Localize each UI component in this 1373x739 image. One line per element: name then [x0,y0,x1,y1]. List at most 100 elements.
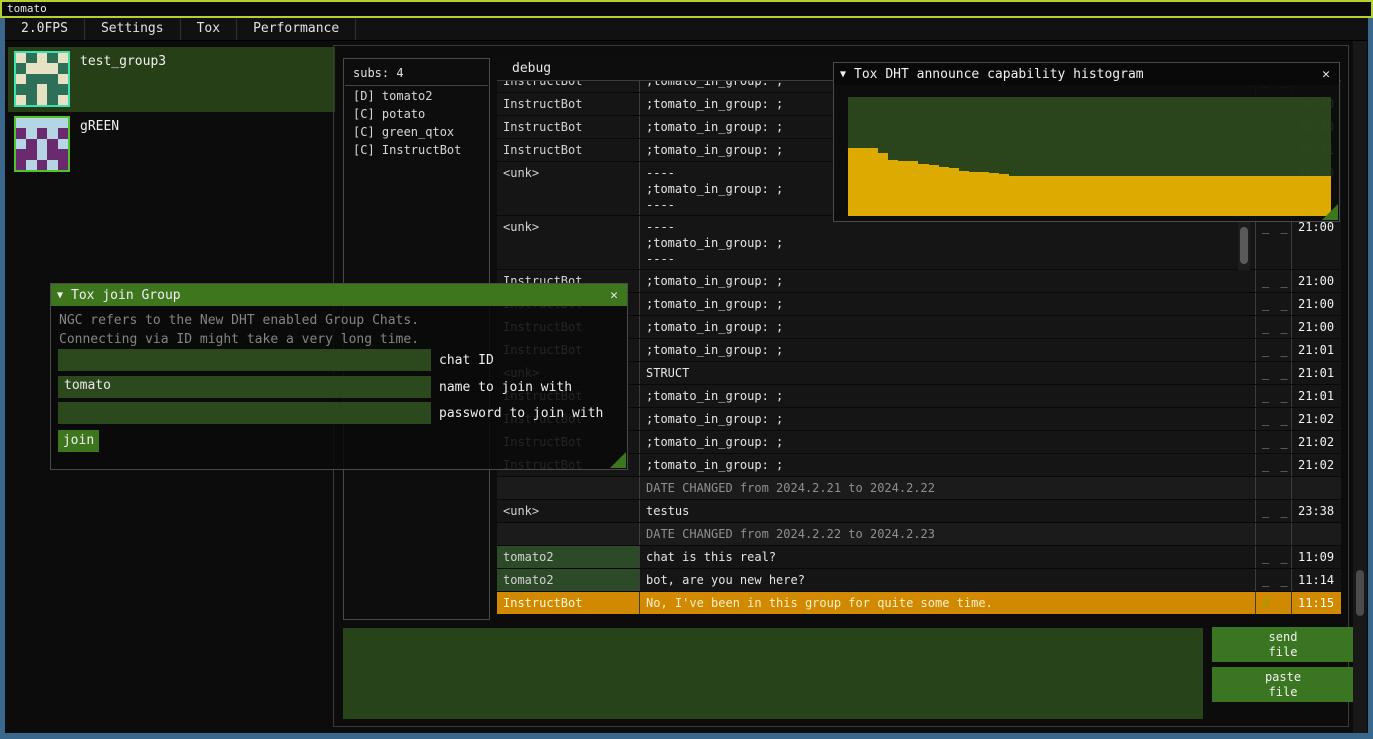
chat-status: _ _ [1255,293,1291,315]
dht-histogram-plot [848,97,1331,216]
chat-timestamp: 11:15 [1291,592,1341,614]
join-password-input[interactable] [58,402,431,424]
histogram-bar [979,172,989,216]
chat-row[interactable]: DATE CHANGED from 2024.2.22 to 2024.2.23 [497,523,1341,546]
histogram-bar [999,174,1009,216]
histogram-bar [1180,176,1190,216]
titlebar[interactable]: tomato [0,0,1373,18]
member-item[interactable]: [C] green_qtox [344,122,489,140]
histogram-bar [989,173,999,216]
main-scrollbar-thumb[interactable] [1356,570,1364,616]
member-item[interactable]: [C] potato [344,104,489,122]
chat-row[interactable]: DATE CHANGED from 2024.2.21 to 2024.2.22 [497,477,1341,500]
chat-message: ;tomato_in_group: ; [639,454,1255,476]
join-group-title: Tox join Group [71,288,599,303]
chat-sender: <unk> [497,500,639,522]
collapse-arrow-icon[interactable]: ▼ [840,69,846,80]
histogram-bar [888,160,898,216]
chat-row[interactable]: InstructBotNo, I've been in this group f… [497,592,1341,615]
histogram-bar [1019,176,1029,216]
join-group-window: ▼ Tox join Group ✕ NGC refers to the New… [50,283,628,470]
message-input[interactable] [343,628,1203,719]
paste-file-button[interactable]: paste file [1212,667,1354,702]
histogram-bar [1140,176,1150,216]
chat-status: _ _ [1255,385,1291,407]
close-icon[interactable]: ✕ [1319,67,1333,82]
tab-debug[interactable]: debug [512,61,551,76]
menu-item-tox[interactable]: Tox [181,18,237,40]
menu-item-settings[interactable]: Settings [85,18,181,40]
subs-count-label: subs: 4 [344,59,489,85]
resize-grip[interactable] [610,452,626,468]
histogram-bar [1069,176,1079,216]
chat-sender: InstructBot [497,116,639,138]
menu-item-performance[interactable]: Performance [237,18,356,40]
group-name-label: test_group3 [80,54,166,69]
chat-row[interactable]: <unk>testus_ _23:38 [497,500,1341,523]
chat-sender: InstructBot [497,139,639,161]
chat-status: _ _ [1255,270,1291,292]
chat-message: ;tomato_in_group: ; [639,293,1255,315]
collapse-arrow-icon[interactable]: ▼ [57,290,63,301]
histogram-bar [1049,176,1059,216]
dht-histogram-titlebar[interactable]: ▼ Tox DHT announce capability histogram … [834,63,1339,85]
chat-timestamp: 21:00 [1291,293,1341,315]
menu-item-2-0fps[interactable]: 2.0FPS [5,18,85,40]
chat-timestamp: 21:01 [1291,339,1341,361]
chat-message: ;tomato_in_group: ; [639,385,1255,407]
histogram-bar [1271,176,1281,216]
group-name-label: gREEN [80,119,119,134]
join-group-titlebar[interactable]: ▼ Tox join Group ✕ [51,284,627,306]
member-item[interactable]: [D] tomato2 [344,86,489,104]
frame-border-bottom [0,733,1373,739]
group-row-test_group3[interactable]: test_group3 [8,47,335,112]
histogram-bar [959,171,969,216]
histogram-bar [1230,176,1240,216]
chat-sender: InstructBot [497,93,639,115]
chat-message: STRUCT [639,362,1255,384]
histogram-bar [1029,176,1039,216]
chat-id-input[interactable] [58,349,431,371]
chat-message: ;tomato_in_group: ; [639,339,1255,361]
chat-timestamp: 21:02 [1291,408,1341,430]
chat-row[interactable]: <unk>---- ;tomato_in_group: ; ----_ _21:… [497,216,1341,270]
resize-grip[interactable] [1322,204,1338,220]
histogram-bar [1009,176,1019,216]
chat-row[interactable]: tomato2chat is this real?_ _11:09 [497,546,1341,569]
chat-timestamp: 21:01 [1291,362,1341,384]
histogram-bar [1251,176,1261,216]
histogram-bar [1301,176,1311,216]
histogram-bar [1190,176,1200,216]
chat-timestamp: 21:00 [1291,316,1341,338]
histogram-bar [1160,176,1170,216]
member-item[interactable]: [C] InstructBot [344,140,489,158]
chat-message: ;tomato_in_group: ; [639,316,1255,338]
join-name-input[interactable]: tomato [58,376,431,398]
send-file-button[interactable]: send file [1212,627,1354,662]
histogram-bar [1150,176,1160,216]
chat-message: bot, are you new here? [639,569,1255,591]
histogram-bar [1210,176,1220,216]
chat-message: ---- ;tomato_in_group: ; ---- [639,216,1255,269]
histogram-bar [1200,176,1210,216]
chat-status: _ _ [1255,500,1291,522]
histogram-bar [1291,176,1301,216]
histogram-bar [878,153,888,216]
chat-message: ;tomato_in_group: ; [639,270,1255,292]
group-row-gREEN[interactable]: gREEN [8,112,335,177]
histogram-bar [969,172,979,216]
main-scrollbar-track[interactable] [1353,41,1367,733]
histogram-bar [918,164,928,216]
histogram-bar [1311,176,1321,216]
join-button[interactable]: join [58,430,99,452]
chat-timestamp [1291,477,1341,499]
subs-member-list: [D] tomato2[C] potato[C] green_qtox[C] I… [344,86,489,158]
close-icon[interactable]: ✕ [607,288,621,303]
chat-sender: InstructBot [497,592,639,614]
chat-row[interactable]: tomato2bot, are you new here?_ _11:14 [497,569,1341,592]
chat-id-label: chat ID [439,353,494,368]
chat-timestamp: 23:38 [1291,500,1341,522]
chat-message: DATE CHANGED from 2024.2.22 to 2024.2.23 [639,523,1255,545]
chat-status: _ _ [1255,362,1291,384]
chat-scrollbar-thumb[interactable] [1240,227,1248,264]
